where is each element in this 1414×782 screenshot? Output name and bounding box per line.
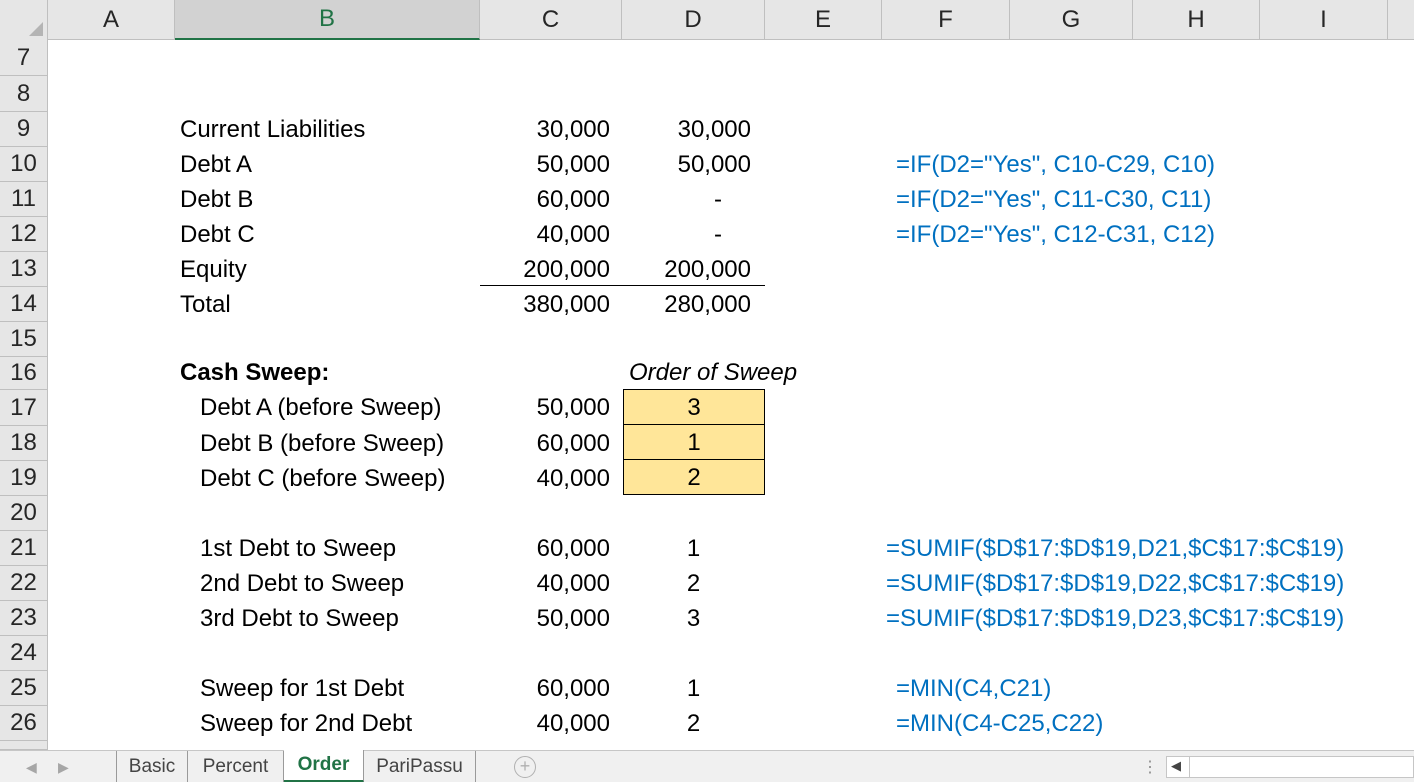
cell-b17[interactable]: Debt A (before Sweep) (200, 390, 441, 425)
tab-basic[interactable]: Basic (116, 751, 188, 782)
cell-c12[interactable]: 40,000 (480, 217, 610, 252)
order-of-sweep-heading[interactable]: Order of Sweep (629, 355, 797, 390)
row-header[interactable]: 8 (0, 76, 48, 112)
column-header-d[interactable]: D (622, 0, 765, 40)
cell-b12[interactable]: Debt C (180, 217, 255, 252)
cell-b22[interactable]: 2nd Debt to Sweep (200, 566, 404, 601)
formula-note-row23[interactable]: =SUMIF($D$17:$D$19,D23,$C$17:$C$19) (886, 601, 1344, 636)
cell-b18[interactable]: Debt B (before Sweep) (200, 426, 444, 461)
cell-d13[interactable]: 200,000 (622, 252, 751, 287)
row-header[interactable]: 17 (0, 390, 48, 426)
scroll-left-icon[interactable]: ◀ (1171, 758, 1181, 774)
row-header[interactable]: 22 (0, 566, 48, 601)
cell-c25[interactable]: 60,000 (480, 671, 610, 706)
cell-b26[interactable]: Sweep for 2nd Debt (200, 706, 412, 741)
order-input-d19[interactable]: 2 (623, 459, 765, 495)
row-header[interactable]: 12 (0, 217, 48, 252)
row-header[interactable]: 14 (0, 287, 48, 322)
formula-note-row21[interactable]: =SUMIF($D$17:$D$19,D21,$C$17:$C$19) (886, 531, 1344, 566)
cell-c9[interactable]: 30,000 (480, 112, 610, 147)
cell-b21[interactable]: 1st Debt to Sweep (200, 531, 396, 566)
column-header-h[interactable]: H (1133, 0, 1260, 40)
row-header[interactable]: 16 (0, 357, 48, 390)
tab-paripassu[interactable]: PariPassu (364, 751, 476, 782)
total-underline (480, 285, 765, 286)
row-header[interactable]: 24 (0, 636, 48, 671)
order-input-d18[interactable]: 1 (623, 424, 765, 460)
row-header[interactable]: 10 (0, 147, 48, 182)
row-header[interactable]: 20 (0, 496, 48, 531)
cell-d22[interactable]: 2 (622, 566, 765, 601)
cash-sweep-heading[interactable]: Cash Sweep: (180, 355, 329, 390)
row-header[interactable]: 9 (0, 112, 48, 147)
add-sheet-icon[interactable]: + (514, 756, 536, 778)
select-all-icon (29, 22, 43, 36)
cell-d23[interactable]: 3 (622, 601, 765, 636)
tab-order[interactable]: Order (284, 750, 364, 782)
row-header-partial[interactable] (0, 741, 48, 750)
column-header-f[interactable]: F (882, 0, 1010, 40)
formula-note-row26[interactable]: =MIN(C4-C25,C22) (896, 706, 1103, 741)
sheet-tab-bar: ◀ ▶ Basic Percent Order PariPassu + ⋮ ◀ (0, 750, 1414, 782)
row-header[interactable]: 18 (0, 426, 48, 461)
scrollbar-thumb[interactable] (1189, 757, 1190, 777)
cell-c22[interactable]: 40,000 (480, 566, 610, 601)
column-header-e[interactable]: E (765, 0, 882, 40)
cell-c17[interactable]: 50,000 (480, 390, 610, 425)
cell-c18[interactable]: 60,000 (480, 426, 610, 461)
cell-d10[interactable]: 50,000 (622, 147, 751, 182)
cell-d26[interactable]: 2 (622, 706, 765, 741)
row-header[interactable]: 11 (0, 182, 48, 217)
formula-note-row12[interactable]: =IF(D2="Yes", C12-C31, C12) (896, 217, 1215, 252)
cell-b14[interactable]: Total (180, 287, 231, 322)
tab-percent[interactable]: Percent (188, 751, 284, 782)
more-options-icon[interactable]: ⋮ (1142, 757, 1158, 777)
cell-c10[interactable]: 50,000 (480, 147, 610, 182)
cell-b25[interactable]: Sweep for 1st Debt (200, 671, 404, 706)
cell-c19[interactable]: 40,000 (480, 461, 610, 496)
cell-b19[interactable]: Debt C (before Sweep) (200, 461, 445, 496)
formula-note-row22[interactable]: =SUMIF($D$17:$D$19,D22,$C$17:$C$19) (886, 566, 1344, 601)
cell-b23[interactable]: 3rd Debt to Sweep (200, 601, 399, 636)
cell-c26[interactable]: 40,000 (480, 706, 610, 741)
cell-d21[interactable]: 1 (622, 531, 765, 566)
cell-d25[interactable]: 1 (622, 671, 765, 706)
row-header[interactable]: 26 (0, 706, 48, 741)
cell-c23[interactable]: 50,000 (480, 601, 610, 636)
row-header[interactable]: 23 (0, 601, 48, 636)
cell-d11[interactable]: - (622, 182, 722, 217)
next-sheet-icon[interactable]: ▶ (58, 759, 69, 776)
cell-b11[interactable]: Debt B (180, 182, 253, 217)
formula-note-row25[interactable]: =MIN(C4,C21) (896, 671, 1051, 706)
cell-b10[interactable]: Debt A (180, 147, 252, 182)
row-header[interactable]: 19 (0, 461, 48, 496)
cell-d14[interactable]: 280,000 (622, 287, 751, 322)
cell-c14[interactable]: 380,000 (480, 287, 610, 322)
select-all-corner[interactable] (0, 0, 48, 40)
cell-c21[interactable]: 60,000 (480, 531, 610, 566)
row-header[interactable]: 15 (0, 322, 48, 357)
cell-d9[interactable]: 30,000 (622, 112, 751, 147)
row-header[interactable]: 7 (0, 40, 48, 76)
cell-d12[interactable]: - (622, 217, 722, 252)
cell-b13[interactable]: Equity (180, 252, 247, 287)
horizontal-scrollbar[interactable]: ◀ (1166, 756, 1414, 778)
formula-note-row11[interactable]: =IF(D2="Yes", C11-C30, C11) (896, 182, 1211, 217)
formula-note-row10[interactable]: =IF(D2="Yes", C10-C29, C10) (896, 147, 1215, 182)
column-header-a[interactable]: A (48, 0, 175, 40)
column-header-c[interactable]: C (480, 0, 622, 40)
column-header-b[interactable]: B (175, 0, 480, 40)
column-header-i[interactable]: I (1260, 0, 1388, 40)
row-header[interactable]: 25 (0, 671, 48, 706)
order-input-d17[interactable]: 3 (623, 389, 765, 425)
row-header[interactable]: 13 (0, 252, 48, 287)
row-header[interactable]: 21 (0, 531, 48, 566)
cell-c13[interactable]: 200,000 (480, 252, 610, 287)
cell-b9[interactable]: Current Liabilities (180, 112, 365, 147)
cell-c11[interactable]: 60,000 (480, 182, 610, 217)
column-header-g[interactable]: G (1010, 0, 1133, 40)
prev-sheet-icon[interactable]: ◀ (26, 759, 37, 776)
